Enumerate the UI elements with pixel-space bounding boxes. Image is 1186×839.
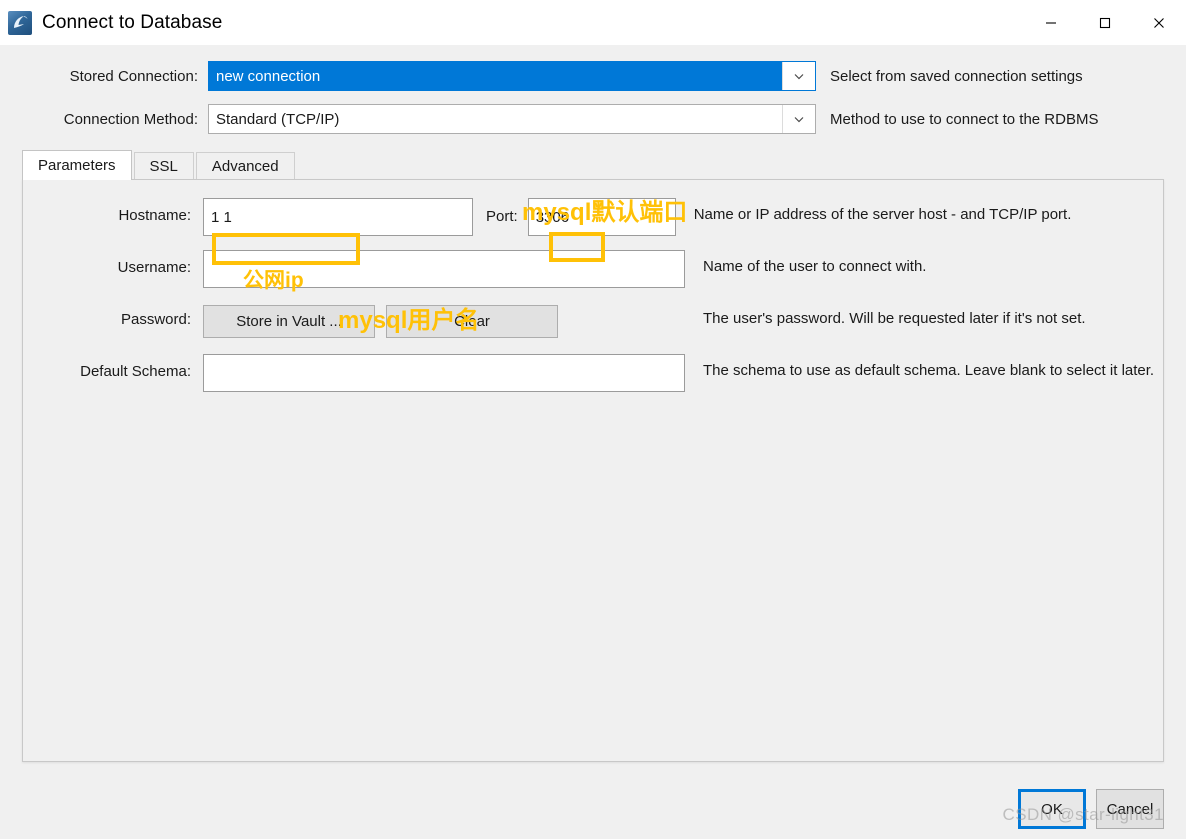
connection-method-value: Standard (TCP/IP) — [216, 110, 340, 128]
username-input[interactable] — [203, 250, 685, 288]
tab-strip: Parameters SSL Advanced — [22, 149, 1186, 180]
default-schema-label: Default Schema: — [80, 363, 191, 380]
window-controls — [1024, 0, 1186, 45]
tab-ssl[interactable]: SSL — [133, 152, 194, 179]
stored-connection-label: Stored Connection: — [69, 67, 198, 85]
username-description: Name of the user to connect with. — [703, 258, 927, 275]
default-schema-input[interactable] — [203, 354, 685, 392]
port-label: Port: — [486, 208, 518, 225]
ok-button[interactable]: OK — [1018, 789, 1086, 829]
chevron-down-icon[interactable] — [782, 105, 815, 133]
hostname-value: 1 1 — [211, 208, 232, 226]
password-label: Password: — [120, 311, 191, 328]
username-row: Username: Name of the user to connect wi… — [23, 250, 1163, 288]
default-schema-description: The schema to use as default schema. Lea… — [703, 362, 1155, 379]
window-title: Connect to Database — [42, 11, 223, 33]
hostname-input[interactable]: 1 1 — [203, 198, 473, 236]
default-schema-row: Default Schema: The schema to use as def… — [23, 354, 1163, 392]
password-row: Password: Store in Vault ... Clear The u… — [23, 302, 1163, 338]
tab-advanced-label: Advanced — [211, 157, 279, 175]
clear-password-button[interactable]: Clear — [386, 305, 558, 338]
username-label: Username: — [117, 259, 191, 276]
port-input[interactable]: 3306 — [527, 198, 676, 236]
close-button[interactable] — [1132, 0, 1186, 45]
chevron-down-icon[interactable] — [782, 62, 815, 90]
hostname-description: Name or IP address of the server host - … — [693, 206, 1072, 223]
dialog-buttons: OK Cancel — [1018, 789, 1164, 829]
maximize-button[interactable] — [1078, 0, 1132, 45]
stored-connection-dropdown[interactable]: new connection — [208, 61, 816, 91]
connection-method-row: Connection Method: Standard (TCP/IP) Met… — [10, 102, 1186, 136]
store-in-vault-button[interactable]: Store in Vault ... — [203, 305, 375, 338]
connection-method-dropdown[interactable]: Standard (TCP/IP) — [208, 104, 816, 134]
tab-parameters[interactable]: Parameters — [22, 150, 132, 180]
minimize-button[interactable] — [1024, 0, 1078, 45]
hostname-label: Hostname: — [118, 207, 191, 224]
hostname-row: Hostname: 1 1 Port: 3306 Name or IP addr… — [23, 198, 1163, 236]
parameters-panel: Hostname: 1 1 Port: 3306 Name or IP addr… — [22, 179, 1164, 762]
stored-connection-hint: Select from saved connection settings — [830, 67, 1083, 85]
connection-method-hint: Method to use to connect to the RDBMS — [830, 110, 1099, 128]
tab-advanced[interactable]: Advanced — [195, 152, 295, 179]
port-value: 3306 — [535, 208, 570, 226]
stored-connection-row: Stored Connection: new connection Select… — [10, 59, 1186, 93]
title-bar: Connect to Database — [0, 0, 1186, 45]
tab-ssl-label: SSL — [149, 157, 178, 175]
mysql-workbench-dolphin-icon — [8, 10, 32, 35]
cancel-button[interactable]: Cancel — [1096, 789, 1164, 829]
tab-parameters-label: Parameters — [38, 157, 116, 174]
stored-connection-value: new connection — [209, 62, 782, 90]
connection-method-label: Connection Method: — [63, 110, 198, 128]
password-description: The user's password. Will be requested l… — [703, 310, 1086, 327]
